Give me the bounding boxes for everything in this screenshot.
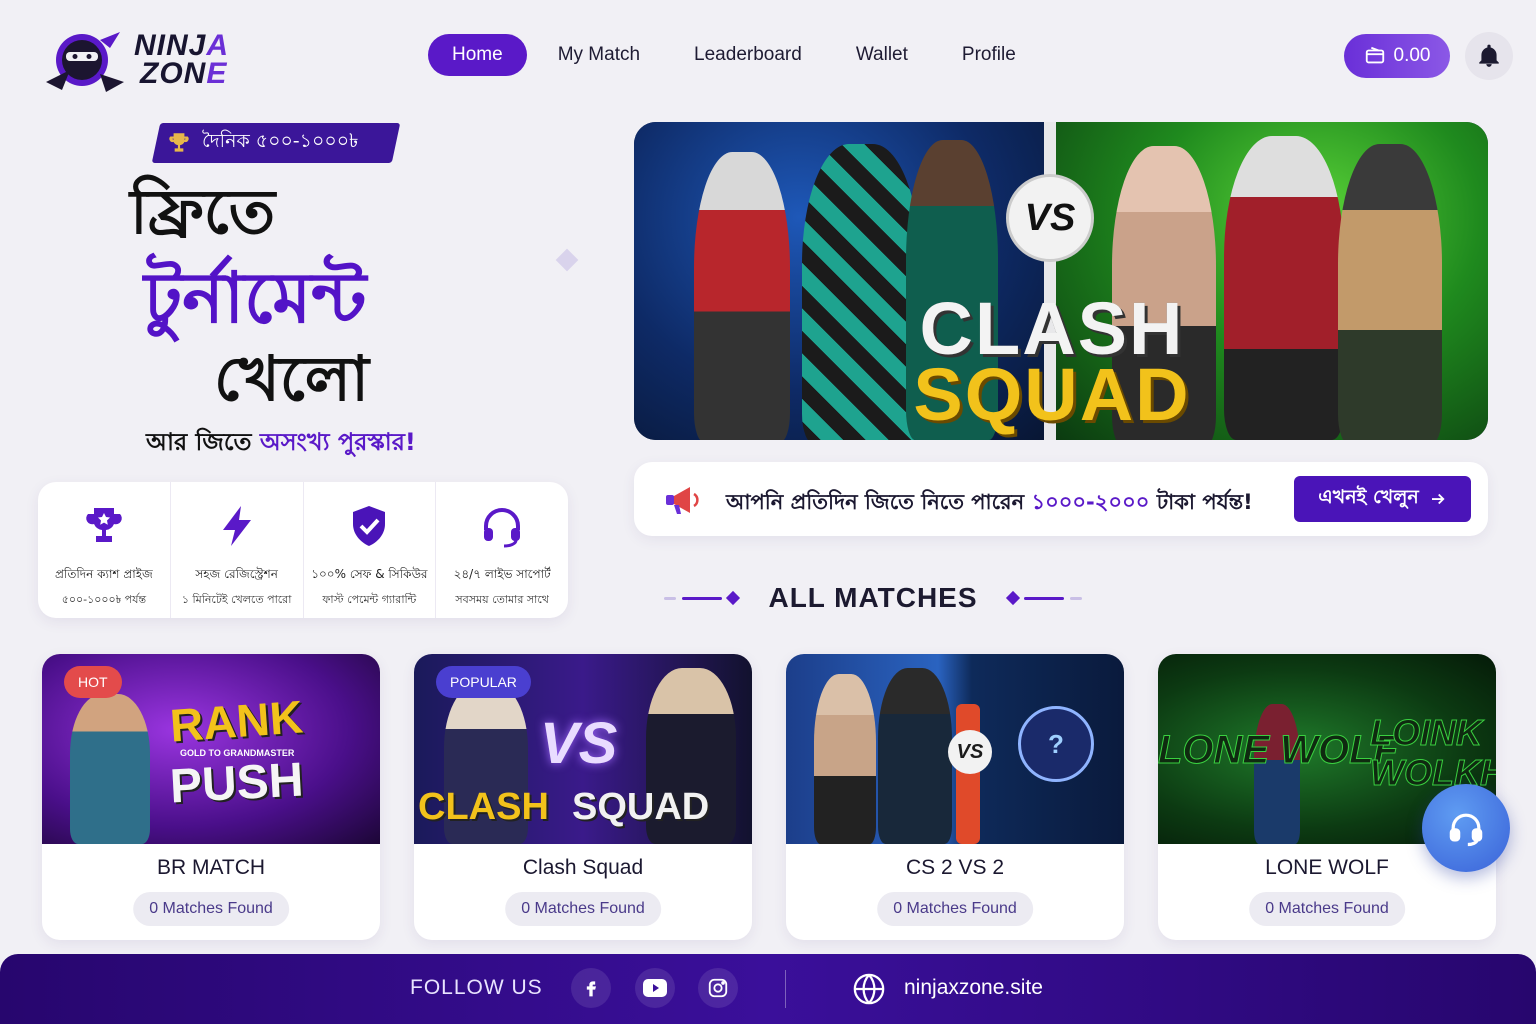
globe-icon (853, 973, 885, 1005)
instagram-icon (708, 978, 728, 998)
hero-banner-clash-squad[interactable]: VS CLASH SQUAD (634, 122, 1488, 440)
match-card-image: RANK GOLD TO GRANDMASTER PUSH HOT (42, 654, 380, 844)
feature-live-support: ২৪/৭ লাইভ সাপোর্ট সবসময় তোমার সাথে (436, 482, 568, 618)
banner-title-squad: SQUAD (913, 353, 1191, 436)
tag-hot: HOT (64, 666, 122, 698)
decor-diamond (555, 248, 579, 272)
badge-text: দৈনিক ৫০০-১০০০৳ (202, 130, 359, 152)
heading-decor-left (664, 590, 741, 606)
wallet-amount: 0.00 (1393, 45, 1431, 66)
match-cards: RANK GOLD TO GRANDMASTER PUSH HOT BR MAT… (42, 654, 1496, 940)
feature-strip: প্রতিদিন ক্যাশ প্রাইজ ৫০০-১০০০৳ পর্যন্ত … (38, 482, 568, 618)
hero-title: ফ্রিতে টুর্নামেন্ট খেলো (130, 172, 490, 414)
match-card-title: BR MATCH (156, 856, 266, 879)
nav-home[interactable]: Home (428, 34, 527, 76)
match-card-image: VS ? (786, 654, 1124, 844)
trophy-icon (86, 508, 122, 542)
match-count-badge: 0 Matches Found (505, 892, 661, 926)
arrow-right-icon (1431, 493, 1445, 505)
match-count-badge: 0 Matches Found (877, 892, 1033, 926)
match-card-title: Clash Squad (522, 856, 644, 879)
banner-character (1338, 144, 1442, 440)
match-card-clash-squad[interactable]: VS CLASH SQUAD POPULAR Clash Squad 0 Mat… (414, 654, 752, 940)
heading-decor-right (1005, 590, 1082, 606)
footer: FOLLOW US ninjaxzone.site (0, 954, 1536, 1024)
hero-title-line1: ফ্রিতে (130, 175, 276, 248)
hero-title-line2: টুর্নামেন্ট (144, 257, 367, 339)
instagram-link[interactable] (698, 968, 738, 1008)
notifications-button[interactable] (1465, 32, 1513, 80)
match-count-badge: 0 Matches Found (133, 892, 289, 926)
feature-safe-secure: ১০০% সেফ & সিকিউর ফাস্ট পেমেন্ট গ্যারান্… (304, 482, 437, 618)
all-matches-heading: ALL MATCHES (664, 580, 1082, 616)
feature-cash-prize: প্রতিদিন ক্যাশ প্রাইজ ৫০০-১০০০৳ পর্যন্ত (38, 482, 171, 618)
follow-us-label: FOLLOW US (410, 976, 543, 999)
nav-my-match[interactable]: My Match (531, 34, 667, 76)
promo-text: আপনি প্রতিদিন জিতে নিতে পারেন ১০০০-২০০০ … (726, 490, 1253, 514)
youtube-icon (643, 979, 667, 997)
brand-logo[interactable]: NINJA ZONE (40, 26, 260, 100)
hero-subtitle: আর জিতে অসংখ্য পুরস্কার! (146, 428, 416, 456)
feature-easy-registration: সহজ রেজিস্ট্রেশন ১ মিনিটেই খেলতে পারো (171, 482, 304, 618)
headset-icon (1449, 813, 1483, 847)
banner-character (1224, 136, 1344, 440)
daily-prize-badge: দৈনিক ৫০০-১০০০৳ (151, 123, 401, 163)
ninja-mascot-icon (46, 32, 124, 92)
play-now-button[interactable]: এখনই খেলুন (1294, 476, 1471, 522)
hero-title-line3: খেলো (214, 342, 369, 415)
taka-wallet-icon (1365, 46, 1384, 64)
facebook-link[interactable] (571, 968, 611, 1008)
nav-wallet[interactable]: Wallet (829, 34, 935, 76)
main-nav: Home My Match Leaderboard Wallet Profile (428, 34, 1043, 76)
facebook-icon (586, 981, 596, 997)
tag-popular: POPULAR (436, 666, 531, 698)
brand-wordmark: NINJA ZONE (134, 29, 230, 90)
match-count-badge: 0 Matches Found (1249, 892, 1405, 926)
footer-divider (785, 970, 786, 1008)
match-card-cs-2v2[interactable]: VS ? CS 2 VS 2 0 Matches Found (786, 654, 1124, 940)
banner-character (802, 144, 920, 440)
youtube-link[interactable] (635, 968, 675, 1008)
nav-leaderboard[interactable]: Leaderboard (667, 34, 829, 76)
website-link[interactable]: ninjaxzone.site (904, 976, 1043, 1000)
banner-character (694, 152, 790, 440)
match-card-title: CS 2 VS 2 (905, 856, 1005, 879)
live-support-button[interactable] (1422, 784, 1510, 872)
headset-icon (484, 508, 521, 548)
megaphone-icon (666, 487, 699, 514)
nav-profile[interactable]: Profile (935, 34, 1043, 76)
trophy-icon (169, 133, 189, 152)
wallet-balance-button[interactable]: 0.00 (1344, 34, 1450, 78)
promo-bar: আপনি প্রতিদিন জিতে নিতে পারেন ১০০০-২০০০ … (634, 462, 1488, 536)
lightning-icon (222, 506, 251, 546)
shield-check-icon (353, 506, 386, 546)
match-card-image: VS CLASH SQUAD POPULAR (414, 654, 752, 844)
bell-icon (1479, 44, 1499, 67)
match-card-br[interactable]: RANK GOLD TO GRANDMASTER PUSH HOT BR MAT… (42, 654, 380, 940)
banner-vs-badge: VS (1006, 174, 1094, 262)
